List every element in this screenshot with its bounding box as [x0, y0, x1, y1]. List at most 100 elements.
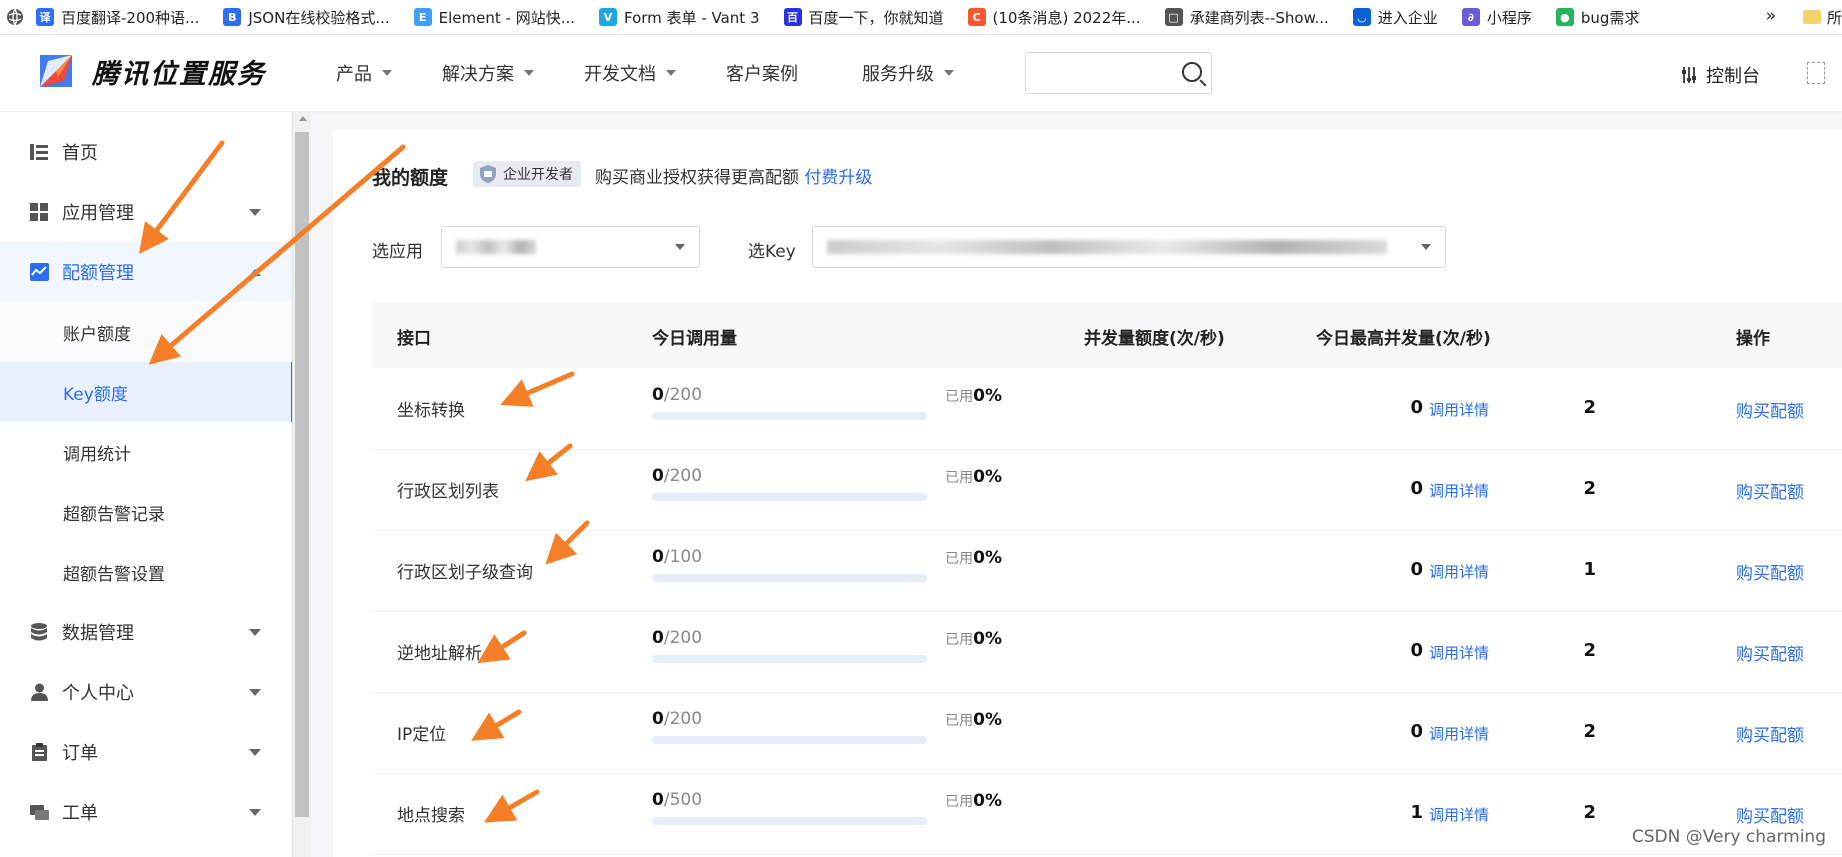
key-select[interactable]: [812, 226, 1446, 268]
nav-cases[interactable]: 客户案例: [726, 60, 798, 86]
sidebar-item-label: 超额告警记录: [63, 504, 165, 525]
app-select[interactable]: [441, 226, 700, 268]
main-nav: 产品 解决方案 开发文档 客户案例 服务升级: [336, 35, 954, 111]
buy-quota-link[interactable]: 购买配额: [1736, 559, 1804, 584]
peak-value: 0: [1410, 478, 1423, 499]
peak-concurrency: 0: [372, 397, 1423, 418]
baidu-icon: 百: [783, 8, 802, 26]
element-icon: E: [413, 8, 432, 26]
promo-text: 购买商业授权获得更高配额 付费升级: [595, 163, 872, 188]
peak-value: 0: [1410, 640, 1423, 661]
sidebar-item-apps[interactable]: 应用管理: [0, 182, 291, 242]
table-row: 行政区划列表 0/200 已用0% 2 0 调用详情 购买配额: [372, 449, 1842, 531]
sidebar-item-label: 应用管理: [62, 203, 134, 224]
upgrade-link[interactable]: 付费升级: [804, 168, 872, 188]
console-label: 控制台: [1706, 66, 1760, 87]
apps-icon[interactable]: [1807, 62, 1825, 84]
console-link[interactable]: 控制台: [1680, 62, 1760, 88]
column-header: 操作: [1736, 329, 1770, 349]
sidebar-subitem-alert-records[interactable]: 超额告警记录: [0, 482, 291, 542]
bookmark-element[interactable]: E Element - 网站快...: [413, 7, 575, 28]
call-detail-link[interactable]: 调用详情: [1429, 642, 1489, 663]
buy-quota-link[interactable]: 购买配额: [1736, 721, 1804, 746]
sidebar-item-data[interactable]: 数据管理: [0, 602, 291, 662]
chevron-down-icon: [524, 70, 534, 76]
sidebar-item-tickets[interactable]: 工单: [0, 782, 291, 842]
sidebar-item-label: 调用统计: [63, 444, 131, 465]
nav-label: 客户案例: [726, 64, 798, 85]
chevron-down-icon: [1421, 244, 1431, 250]
table-row: 坐标转换 0/200 已用0% 2 0 调用详情 购买配额: [372, 368, 1842, 450]
call-detail-link[interactable]: 调用详情: [1429, 804, 1489, 825]
buy-quota-link[interactable]: 购买配额: [1736, 397, 1804, 422]
scroll-up-arrow-icon[interactable]: [299, 116, 307, 121]
quota-chart-icon: [30, 263, 49, 281]
nav-upgrade[interactable]: 服务升级: [862, 60, 954, 86]
sliders-icon: [1682, 67, 1696, 83]
chevron-down-icon: [944, 70, 954, 76]
bug-icon: ●: [1555, 8, 1574, 26]
sidebar-item-label: 工单: [62, 803, 98, 824]
bookmarks-bar: 译百度翻译-200种语... B JSON在线校验格式... E Element -…: [0, 0, 1842, 35]
bookmark-label: 小程序: [1486, 8, 1532, 27]
bookmark-label: bug需求: [1580, 8, 1640, 27]
nav-solutions[interactable]: 解决方案: [442, 60, 534, 86]
bookmark-folder[interactable]: 所: [1802, 0, 1842, 34]
nav-docs[interactable]: 开发文档: [584, 60, 676, 86]
bookmark-baidu-translate[interactable]: 译百度翻译-200种语...: [36, 7, 199, 28]
table-row: 逆地址解析 0/200 已用0% 2 0 调用详情 购买配额: [372, 611, 1842, 693]
nav-label: 开发文档: [584, 64, 656, 85]
bookmark-label: 百度一下，你就知道: [808, 8, 944, 27]
sidebar: 首页 应用管理 配额管理 账户额度 Key额度 调用统计 超额告警记录 超额告警…: [0, 112, 293, 857]
nav-label: 服务升级: [862, 64, 934, 85]
call-detail-link[interactable]: 调用详情: [1429, 561, 1489, 582]
call-detail-link[interactable]: 调用详情: [1429, 480, 1489, 501]
apps-grid-icon: [30, 203, 48, 221]
bookmark-enterprise[interactable]: ◡ 进入企业: [1352, 7, 1438, 28]
chevron-down-icon: [675, 244, 685, 250]
bookmark-csdn[interactable]: C (10条消息) 2022年...: [967, 7, 1141, 28]
buy-quota-link[interactable]: 购买配额: [1736, 640, 1804, 665]
scrollbar-thumb[interactable]: [295, 132, 309, 817]
peak-concurrency: 0: [372, 721, 1423, 742]
sidebar-item-label: 首页: [62, 143, 98, 164]
sidebar-item-home[interactable]: 首页: [0, 122, 291, 182]
bookmark-folder-label: 所: [1826, 8, 1842, 27]
globe-icon[interactable]: [6, 8, 24, 26]
call-detail-link[interactable]: 调用详情: [1429, 399, 1489, 420]
folder-icon: [1802, 10, 1821, 24]
bookmarks-more-button[interactable]: »: [1766, 6, 1776, 26]
sidebar-subitem-call-stats[interactable]: 调用统计: [0, 422, 291, 482]
peak-concurrency: 1: [372, 802, 1423, 823]
bookmark-miniprogram[interactable]: ∂ 小程序: [1461, 7, 1532, 28]
nav-label: 产品: [336, 64, 372, 85]
call-detail-link[interactable]: 调用详情: [1429, 723, 1489, 744]
page-title: 我的额度: [372, 167, 449, 189]
brand-logo[interactable]: 腾讯位置服务: [34, 51, 266, 91]
sidebar-item-quota[interactable]: 配额管理: [0, 242, 291, 302]
sidebar-item-orders[interactable]: 订单: [0, 722, 291, 782]
sidebar-item-profile[interactable]: 个人中心: [0, 662, 291, 722]
nav-product[interactable]: 产品: [336, 60, 392, 86]
vant-icon: V: [599, 8, 617, 26]
buy-quota-link[interactable]: 购买配额: [1736, 802, 1804, 827]
sidebar-subitem-account-quota[interactable]: 账户额度: [0, 302, 291, 362]
bookmark-vant[interactable]: V Form 表单 - Vant 3: [599, 7, 760, 28]
bookmark-json[interactable]: B JSON在线校验格式...: [223, 7, 390, 28]
quota-table-header: 接口 今日调用量 并发量额度(次/秒) 今日最高并发量(次/秒) 操作: [372, 302, 1842, 368]
column-header: 接口: [397, 329, 431, 349]
buy-quota-link[interactable]: 购买配额: [1736, 478, 1804, 503]
search-input[interactable]: [1025, 52, 1212, 94]
search-icon[interactable]: [1182, 62, 1202, 82]
sidebar-subitem-alert-settings[interactable]: 超额告警设置: [0, 542, 291, 602]
bookmark-baidu[interactable]: 百百度一下，你就知道: [783, 7, 944, 28]
bookmark-label: (10条消息) 2022年...: [992, 8, 1141, 27]
sidebar-subitem-key-quota[interactable]: Key额度: [0, 362, 293, 422]
bookmark-contractor[interactable]: □ 承建商列表--Show...: [1164, 7, 1329, 28]
miniprogram-icon: ∂: [1461, 8, 1480, 26]
bookmark-bug[interactable]: ● bug需求: [1555, 7, 1640, 28]
csdn-icon: C: [967, 8, 986, 26]
sidebar-scrollbar[interactable]: [292, 112, 311, 857]
chevron-down-icon: [249, 748, 261, 756]
chevron-down-icon: [666, 70, 676, 76]
